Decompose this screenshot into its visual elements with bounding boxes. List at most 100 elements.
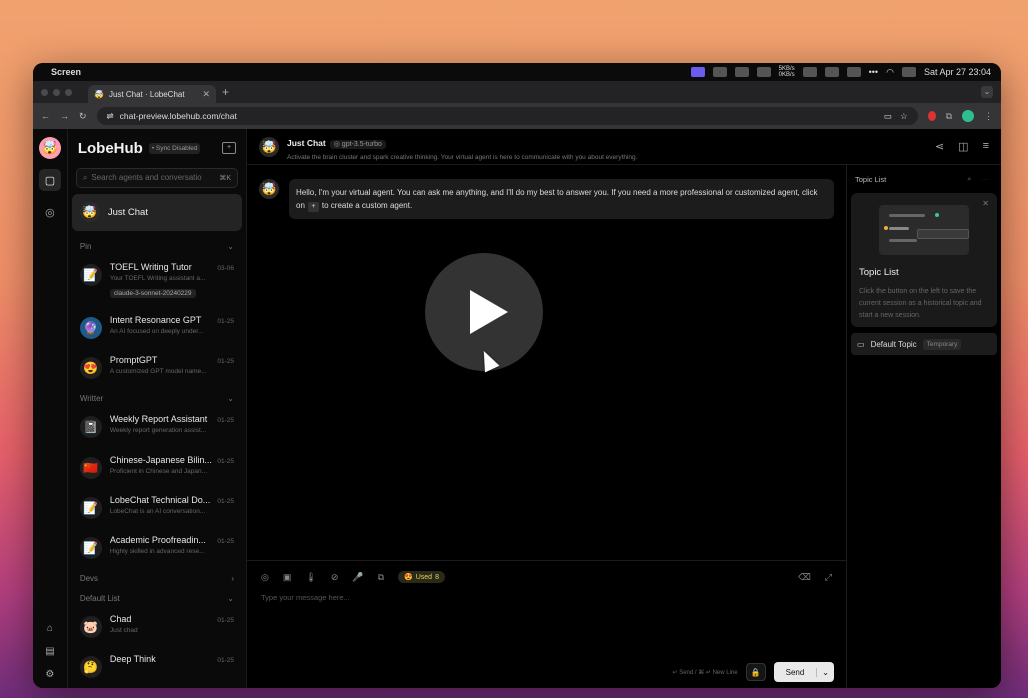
group-header-writter[interactable]: Writter ⌄ [72,389,242,408]
list-item[interactable]: 📝 LobeChat Technical Do... LobeChat is an… [72,489,242,529]
user-avatar[interactable]: 🤯 [38,137,61,159]
tab-close-icon[interactable]: ✕ [202,89,210,100]
agent-avatar: 📝 [79,264,102,286]
wifi-icon[interactable]: ◠ [886,67,894,78]
bookmark-star-icon[interactable]: ☆ [900,111,908,122]
panel-toggle-icon[interactable]: ◫ [958,140,968,153]
send-options-chevron-icon[interactable]: ⌄ [816,667,834,677]
sync-badge-label: Sync Disabled [155,144,198,152]
settings-icon[interactable]: ⚙ [45,669,54,680]
site-settings-icon[interactable]: ⇌ [107,111,114,122]
close-dot[interactable] [41,88,48,96]
lock-icon[interactable]: 🔒 [745,663,766,681]
control-center-icon[interactable] [901,67,916,77]
discover-compass-icon[interactable]: ◎ [39,201,61,223]
group-header-devs[interactable]: Devs › [72,569,242,588]
cloud-icon[interactable] [734,67,749,77]
temperature-icon[interactable]: 🌡 [305,572,316,583]
agent-date: 01-25 [217,537,234,545]
screen-record-icon[interactable] [690,67,705,77]
topic-panel: Topic List ⌕ ⋯ ✕ Topic List Click the bu… [846,165,1001,688]
model-tag: claude-3-sonnet-20240229 [109,289,196,298]
clear-icon[interactable]: ⌫ [798,572,811,583]
pin-icon[interactable] [802,67,817,77]
network-speed: 5KB/s 0KB/s [779,66,795,78]
bookmark-icon[interactable] [756,67,771,77]
header-avatar[interactable]: 🤯 [259,136,279,157]
send-row: ↵ Send / ⌘ ↵ New Line 🔒 Send ⌄ [673,662,834,682]
docs-icon[interactable]: ▤ [45,646,54,657]
search-placeholder: Search agents and conversatio [91,173,202,183]
reload-icon[interactable]: ↻ [79,111,87,122]
topic-item-default[interactable]: ▭ Default Topic Temporary [851,333,997,355]
list-item[interactable]: 📝 TOEFL Writing Tutor Your TOEFL Writing … [72,256,242,309]
search-icon[interactable] [846,67,861,77]
list-item[interactable]: 😍 PromptGPT A customized GPT model name..… [72,349,242,389]
image-upload-icon[interactable]: ▣ [283,572,292,583]
share-icon[interactable]: ⋖ [935,140,944,153]
agent-desc: Highly skilled in advanced rese... [109,547,205,555]
list-item[interactable]: 🤔 Deep Think 01-25 [72,648,242,688]
header-text: Just Chat ◎ gpt-3.5-turbo Activate the br… [287,133,637,161]
search-input[interactable]: ⌕ Search agents and conversatio ⌘K [75,167,238,188]
list-item[interactable]: 📓 Weekly Report Assistant Weekly report g… [72,408,242,448]
send-button[interactable]: Send ⌄ [773,662,834,682]
browser-tabbar: 🤯 Just Chat · LobeChat ✕ + ⌄ [33,81,1001,103]
zoom-dot[interactable] [65,88,72,96]
forward-icon[interactable]: → [60,111,69,121]
topic-search-icon[interactable]: ⌕ ⋯ [967,174,993,184]
wechat-icon[interactable] [712,67,727,77]
topic-panel-title: Topic List [855,174,887,184]
expand-icon[interactable]: ⤢ [825,572,832,583]
toolbar-right: ⌫ ⤢ [798,572,832,583]
menubar-clock[interactable]: Sat Apr 27 23:04 [924,67,991,77]
list-item[interactable]: 📝 Academic Proofreadin... Highly skilled … [72,529,242,569]
extensions-puzzle-icon[interactable]: ⧉ [946,111,952,122]
lobechat-app: 🤯 ▢ ◎ ⌂ ▤ ⚙ LobeHub • Sync Disabled + ⌕ … [33,129,1001,688]
message-input[interactable]: Type your message here... [247,583,846,612]
list-item[interactable]: 🐷 Chad Just chad 01-25 [72,608,242,648]
chat-nav-icon[interactable]: ▢ [38,169,61,191]
extension-red-icon[interactable] [927,111,936,121]
topic-label: Default Topic [870,339,917,349]
more-icon[interactable]: ••• [869,67,878,77]
new-tab-button[interactable]: + [222,85,229,99]
token-usage-badge[interactable]: 😍 Used 8 [398,571,445,583]
plus-icon[interactable]: + [307,202,319,212]
agent-desc: Just chad [109,626,138,634]
browser-tab[interactable]: 🤯 Just Chat · LobeChat ✕ [88,85,216,103]
input-toolbar: ◎ ▣ 🌡 ⊘ 🎤 ⧉ 😍 Used 8 ⌫ ⤢ [247,561,846,583]
group-header-pin[interactable]: Pin ⌄ [72,237,242,256]
browser-menu-icon[interactable]: ⋮ [984,111,993,122]
list-item[interactable]: 🔮 Intent Resonance GPT An AI focused on d… [72,309,242,349]
microphone-icon[interactable]: 🎤 [352,572,363,583]
group-label: Devs [79,574,99,584]
agent-avatar: 📝 [79,496,102,519]
chat-main: 🤯 Just Chat ◎ gpt-3.5-turbo Activate the … [247,129,1001,688]
model-select-icon[interactable]: ◎ [261,572,269,583]
agent-desc: Proficient in Chinese and Japan... [109,467,208,475]
list-item[interactable]: 🇨🇳 Chinese-Japanese Bilin... Proficient i… [72,449,242,489]
group-header-default-list[interactable]: Default List ⌄ [72,588,242,607]
address-bar[interactable]: ⇌ chat-preview.lobehub.com/chat ▭ ☆ [96,107,918,125]
tab-search-chevron-icon[interactable]: ⌄ [981,86,993,98]
close-icon[interactable]: ✕ [982,199,989,208]
rail-bottom: ⌂ ▤ ⚙ [45,623,54,680]
sidebar-item-just-chat[interactable]: 🤯 Just Chat [71,193,242,231]
minimize-dot[interactable] [53,88,60,96]
new-chat-icon[interactable]: + [222,142,236,155]
model-badge[interactable]: ◎ gpt-3.5-turbo [329,139,386,149]
profile-avatar[interactable] [962,110,974,122]
github-icon[interactable]: ⌂ [47,623,53,634]
sync-badge[interactable]: • Sync Disabled [148,142,201,154]
plugin-icon[interactable]: ⧉ [378,572,384,583]
install-icon[interactable]: ▭ [884,111,892,122]
session-sidebar: LobeHub • Sync Disabled + ⌕ Search agent… [68,129,247,688]
agent-date: 01-25 [217,317,234,325]
settings-menu-icon[interactable]: ≡ [983,140,989,153]
menubar-app-name[interactable]: Screen [51,67,81,77]
agent-date: 01-25 [217,497,234,505]
back-icon[interactable]: ← [41,111,50,121]
clipboard-icon[interactable] [824,67,839,77]
history-icon[interactable]: ⊘ [331,572,339,583]
